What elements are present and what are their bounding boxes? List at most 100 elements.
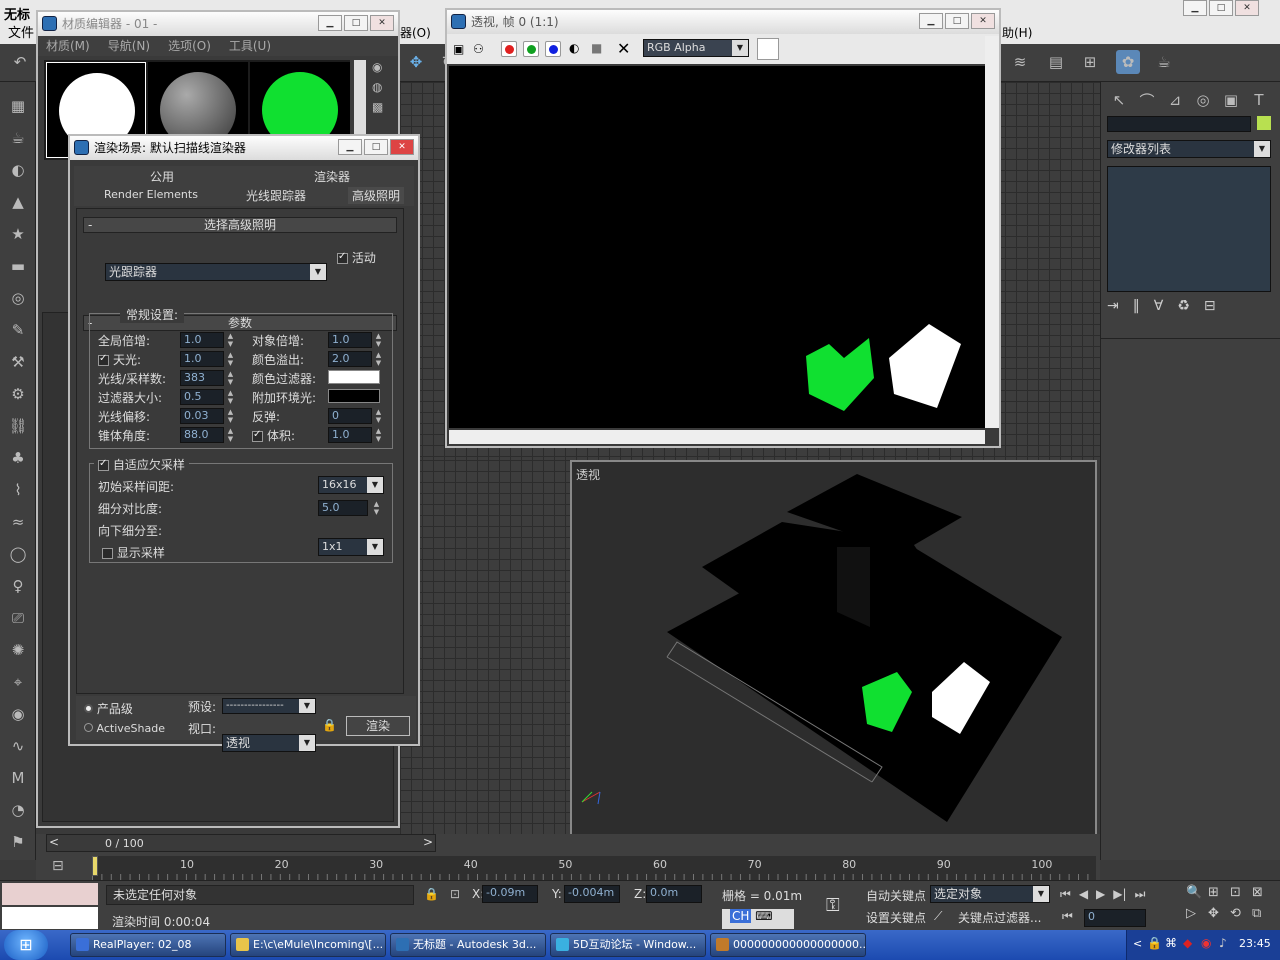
z-coordinate-field[interactable]: 0.0m xyxy=(646,885,702,903)
pin-stack-icon[interactable]: ⇥ xyxy=(1107,298,1119,314)
zoom-all-icon[interactable]: ⊞ xyxy=(1208,885,1230,900)
fov-icon[interactable]: ▷ xyxy=(1186,906,1208,921)
utilities-icon[interactable]: ⚑ xyxy=(6,830,30,854)
hierarchy-tab-icon[interactable]: ⊿ xyxy=(1163,88,1187,112)
time-marker[interactable] xyxy=(92,856,98,876)
volume-checkbox[interactable] xyxy=(252,429,263,442)
star-icon[interactable]: ★ xyxy=(6,222,30,246)
tray-arrow-icon[interactable]: < xyxy=(1133,937,1142,950)
zoom-extents-icon[interactable]: ⊡ xyxy=(1230,885,1252,900)
modifier-stack[interactable] xyxy=(1107,166,1271,292)
close-button[interactable]: ✕ xyxy=(971,13,995,29)
param-spinner[interactable]: ▲ ▼ xyxy=(226,351,235,367)
motion-icon[interactable]: M xyxy=(6,766,30,790)
viewport-bottom-left[interactable] xyxy=(400,460,570,836)
torus-icon[interactable]: ◯ xyxy=(6,542,30,566)
modify-tab-icon[interactable]: ⌒ xyxy=(1135,88,1159,112)
close-button[interactable]: ✕ xyxy=(1235,0,1259,16)
create-tab-icon[interactable]: ↖ xyxy=(1107,88,1131,112)
lock-icon[interactable]: 🔒 xyxy=(322,718,337,732)
tab-advanced-lighting[interactable]: 高级照明 xyxy=(348,187,405,204)
param-field[interactable]: 0.03 xyxy=(180,408,224,424)
brush-icon[interactable]: ✎ xyxy=(6,318,30,342)
param-spinner[interactable]: ▲ ▼ xyxy=(226,427,235,443)
display-icon[interactable]: ◔ xyxy=(6,798,30,822)
color-swatch[interactable] xyxy=(328,389,380,403)
param-spinner[interactable]: ▲ ▼ xyxy=(374,351,383,367)
minimize-button[interactable]: ▁ xyxy=(318,15,342,31)
maximize-button[interactable]: □ xyxy=(1209,0,1233,16)
save-icon[interactable]: ▣ xyxy=(453,42,464,56)
param-field[interactable]: 1.0 xyxy=(328,332,372,348)
goto-end-icon[interactable]: ⏭ xyxy=(1135,887,1146,902)
subdivide-down-dropdown[interactable]: 1x1 ▼ xyxy=(318,538,384,556)
key-filter-button[interactable]: 关键点过滤器... xyxy=(958,909,1041,926)
blue-channel-button[interactable] xyxy=(545,41,561,57)
track-bar-icon[interactable]: ⊟ xyxy=(52,858,64,874)
minimize-button[interactable]: ▁ xyxy=(338,139,362,155)
orbit-icon[interactable]: ⟲ xyxy=(1230,906,1252,921)
menu-help[interactable]: 助(H) xyxy=(1002,24,1032,41)
tray-lock-icon[interactable]: 🔒 xyxy=(1147,936,1162,950)
menu-material[interactable]: 材质(M) xyxy=(46,36,90,56)
adaptive-checkbox[interactable]: 自适应欠采样 xyxy=(94,456,189,473)
time-back-icon[interactable]: < xyxy=(49,835,59,849)
auto-key-button[interactable]: 自动关键点 xyxy=(866,887,926,904)
preset-dropdown[interactable]: ---------------- ▼ xyxy=(222,698,316,714)
key-target-dropdown[interactable]: 选定对象 ▼ xyxy=(930,885,1050,903)
color-swatch[interactable] xyxy=(757,38,779,60)
param-field[interactable]: 383 xyxy=(180,370,224,386)
next-frame-icon[interactable]: ▶| xyxy=(1113,887,1126,902)
object-color-swatch[interactable] xyxy=(1257,116,1271,130)
viewport-select[interactable]: 透视 ▼ xyxy=(222,734,316,752)
utilities-tab-icon[interactable]: T xyxy=(1247,88,1271,112)
param-field[interactable]: 1.0 xyxy=(328,427,372,443)
x-coordinate-field[interactable]: -0.09m xyxy=(482,885,538,903)
clone-icon[interactable]: ⚇ xyxy=(473,42,484,56)
green-channel-button[interactable] xyxy=(523,41,539,57)
taskbar-item[interactable]: 无标题 - Autodesk 3d... xyxy=(390,933,546,957)
menu-options[interactable]: 选项(O) xyxy=(168,36,211,56)
make-unique-icon[interactable]: ∀ xyxy=(1154,298,1164,314)
tree-icon[interactable]: ♣ xyxy=(6,446,30,470)
menu-o[interactable]: 器(O) xyxy=(400,24,431,41)
y-coordinate-field[interactable]: -0.004m xyxy=(564,885,620,903)
pan-icon[interactable]: ✥ xyxy=(1208,906,1230,921)
zoom-extents-all-icon[interactable]: ⊠ xyxy=(1252,885,1274,900)
cone-icon[interactable]: ▲ xyxy=(6,190,30,214)
tray-network-icon[interactable]: ⌘ xyxy=(1165,936,1177,950)
time-forward-icon[interactable]: > xyxy=(423,835,433,849)
skylight-checkbox[interactable] xyxy=(98,353,109,366)
curve-editor-icon[interactable]: ▤ xyxy=(1044,50,1068,74)
maximize-button[interactable]: □ xyxy=(364,139,388,155)
time-slider[interactable]: < 0 / 100 > xyxy=(46,834,436,852)
selection-lock-icon[interactable]: 🔒 xyxy=(424,887,439,901)
track-bar[interactable]: 10 20 30 40 50 60 70 80 90 100 xyxy=(92,856,1096,880)
maximize-button[interactable]: □ xyxy=(344,15,368,31)
menu-utilities[interactable]: 工具(U) xyxy=(229,36,271,56)
initial-spacing-dropdown[interactable]: 16x16 ▼ xyxy=(318,476,384,494)
key-icon[interactable]: ⚿ xyxy=(826,895,840,916)
minimize-button[interactable]: ▁ xyxy=(919,13,943,29)
rollout-select-lighting[interactable]: - 选择高级照明 xyxy=(83,217,397,233)
param-spinner[interactable]: ▲ ▼ xyxy=(226,332,235,348)
ime-bar[interactable]: CH ⌨ xyxy=(722,909,794,929)
biped-icon[interactable]: ♀ xyxy=(6,574,30,598)
key-filter-icon[interactable]: ⟋ xyxy=(934,909,942,924)
close-button[interactable]: ✕ xyxy=(370,15,394,31)
param-spinner[interactable]: ▲ ▼ xyxy=(226,370,235,386)
active-checkbox[interactable]: 活动 xyxy=(337,249,376,266)
menu-file[interactable]: 文件 xyxy=(8,22,34,41)
show-result-icon[interactable]: ‖ xyxy=(1133,298,1140,314)
menu-navigation[interactable]: 导航(N) xyxy=(108,36,150,56)
camera-icon[interactable]: ⎚ xyxy=(6,606,30,630)
systems-icon[interactable]: ∿ xyxy=(6,734,30,758)
tab-renderer[interactable]: 渲染器 xyxy=(314,168,350,185)
current-frame-field[interactable]: 0 xyxy=(1084,909,1146,927)
param-spinner[interactable]: ▲ ▼ xyxy=(374,427,383,443)
maximize-viewport-icon[interactable]: ⧉ xyxy=(1252,906,1274,921)
light-icon[interactable]: ✺ xyxy=(6,638,30,662)
wrench-icon[interactable]: ⚒ xyxy=(6,350,30,374)
activeshade-radio[interactable]: ActiveShade xyxy=(84,722,165,735)
configure-sets-icon[interactable]: ⊟ xyxy=(1204,298,1216,314)
